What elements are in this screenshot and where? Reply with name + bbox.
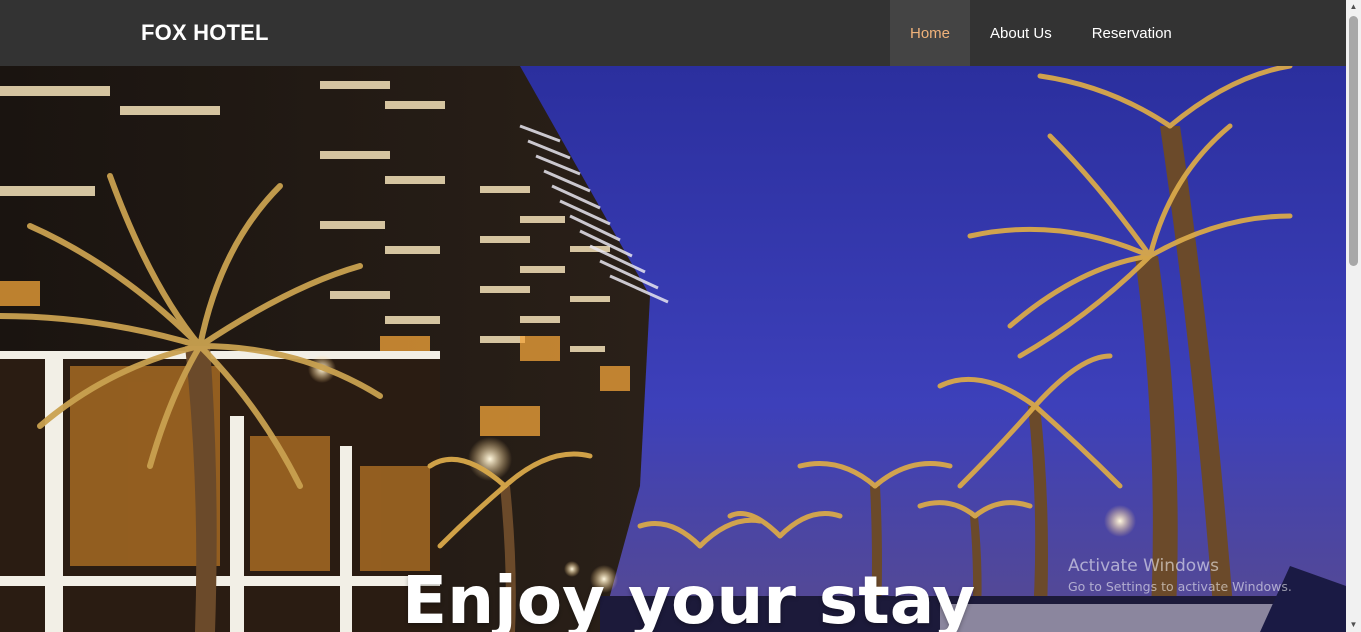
hero-banner: Enjoy your stay Activate Windows Go to S… [0,66,1346,632]
nav-item-home[interactable]: Home [890,0,971,66]
watermark-title: Activate Windows [1068,556,1219,576]
page: FOX HOTEL Home About Us Reservation Enjo… [0,0,1361,632]
nav-item-reservation[interactable]: Reservation [1072,0,1192,66]
hotel-night-photo [0,66,1346,632]
scroll-down-icon[interactable]: ▼ [1346,618,1361,632]
top-navbar: FOX HOTEL Home About Us Reservation [0,0,1346,66]
scroll-up-icon[interactable]: ▲ [1346,0,1361,14]
activate-windows-watermark: Activate Windows Go to Settings to activ… [1068,556,1292,594]
nav-item-about-us[interactable]: About Us [970,0,1072,66]
hero-title: Enjoy your stay [402,562,976,632]
watermark-subtitle: Go to Settings to activate Windows. [1068,579,1292,594]
vertical-scrollbar[interactable]: ▲ ▼ [1346,0,1361,632]
brand-logo[interactable]: FOX HOTEL [141,20,269,46]
nav-menu: Home About Us Reservation [890,0,1192,66]
scroll-thumb[interactable] [1349,16,1358,266]
